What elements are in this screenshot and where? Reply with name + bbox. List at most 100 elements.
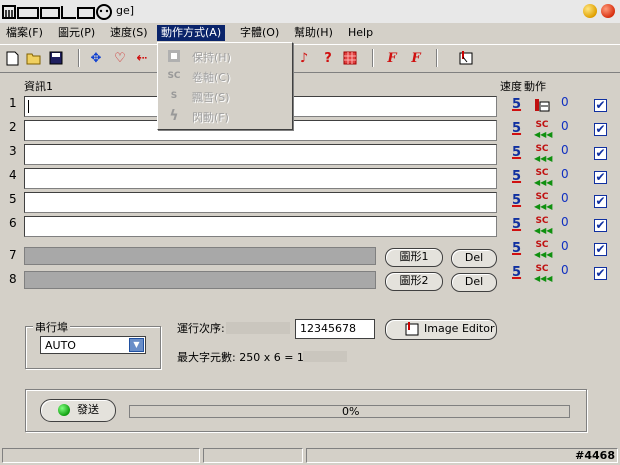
row-number: 2 — [9, 120, 17, 134]
window-title: ge] — [116, 4, 135, 17]
row-enabled-checkbox[interactable]: ✔ — [594, 267, 607, 280]
save-icon[interactable] — [48, 50, 64, 66]
speed-header: 速度 — [500, 80, 522, 93]
font-f-icon[interactable]: F — [384, 50, 400, 66]
move-icon[interactable]: ✥ — [88, 50, 104, 66]
scroll-action-icon[interactable]: SC ◀◀◀ — [534, 121, 552, 140]
hold-action-icon[interactable] — [534, 97, 550, 116]
action-count: 0 — [561, 239, 569, 253]
row-enabled-checkbox[interactable]: ✔ — [594, 243, 607, 256]
message-input-6[interactable] — [24, 216, 497, 237]
scroll-action-icon[interactable]: SC ◀◀◀ — [534, 193, 552, 212]
speed-value[interactable]: 5 — [512, 145, 521, 160]
heart-icon[interactable]: ♡ — [112, 50, 128, 66]
row-number: 5 — [9, 192, 17, 206]
image-editor-button[interactable]: Image Editor — [385, 319, 497, 340]
row-enabled-checkbox[interactable]: ✔ — [594, 147, 607, 160]
row-number: 1 — [9, 96, 17, 110]
row-enabled-checkbox[interactable]: ✔ — [594, 195, 607, 208]
scroll-icon: SC — [167, 71, 181, 81]
progress-bar: 0% — [129, 405, 570, 418]
menu-item-snow[interactable]: S 飄雪(S) — [162, 86, 288, 106]
question-icon[interactable]: ? — [320, 50, 336, 66]
scroll-action-icon[interactable]: SC ◀◀◀ — [534, 145, 552, 164]
action-count: 0 — [561, 263, 569, 277]
menu-speed[interactable]: 速度(S) — [106, 25, 152, 41]
speed-value[interactable]: 5 — [512, 169, 521, 184]
row-enabled-checkbox[interactable]: ✔ — [594, 171, 607, 184]
graphic-slot-8[interactable] — [24, 271, 376, 289]
action-count: 0 — [561, 95, 569, 109]
arrow-left-icon[interactable]: ⇠ — [134, 50, 150, 66]
menu-font[interactable]: 字體(O) — [236, 25, 283, 41]
speed-value[interactable]: 5 — [512, 97, 521, 112]
app-logo — [2, 4, 112, 20]
menu-item-scroll[interactable]: SC 卷軸(C) — [162, 66, 288, 86]
flash-icon: ϟ — [169, 108, 179, 124]
action-dropdown-menu: 保持(H) SC 卷軸(C) S 飄雪(S) ϟ 閃動(F) — [157, 42, 293, 130]
menu-item-hold[interactable]: 保持(H) — [162, 46, 288, 66]
speed-value[interactable]: 5 — [512, 265, 521, 280]
message-header: 資訊1 — [24, 80, 53, 93]
row-enabled-checkbox[interactable]: ✔ — [594, 219, 607, 232]
new-file-icon[interactable] — [4, 50, 20, 66]
action-header: 動作 — [524, 80, 546, 93]
menu-item-flash[interactable]: ϟ 閃動(F) — [162, 106, 288, 126]
graphic-slot-7[interactable] — [24, 247, 376, 265]
scroll-action-icon[interactable]: SC ◀◀◀ — [534, 169, 552, 188]
close-button[interactable] — [601, 4, 615, 18]
speed-value[interactable]: 5 — [512, 217, 521, 232]
action-count: 0 — [561, 119, 569, 133]
send-button[interactable]: 發送 — [40, 399, 116, 422]
delete-button-8[interactable]: Del — [451, 273, 497, 292]
image-editor-icon — [404, 321, 420, 343]
status-code: #4468 — [575, 449, 615, 462]
delete-button-7[interactable]: Del — [451, 249, 497, 268]
menu-graphics[interactable]: 圖元(P) — [54, 25, 99, 41]
pattern-icon[interactable] — [342, 50, 358, 66]
scroll-action-icon[interactable]: SC ◀◀◀ — [534, 265, 552, 284]
chevron-down-icon[interactable]: ▼ — [129, 338, 144, 352]
graphic-1-button[interactable]: 圖形1 — [385, 248, 443, 267]
serial-port-select[interactable]: AUTO ▼ — [40, 336, 146, 354]
action-count: 0 — [561, 215, 569, 229]
action-count: 0 — [561, 191, 569, 205]
message-input-3[interactable] — [24, 144, 497, 165]
menu-action[interactable]: 動作方式(A) — [157, 25, 226, 41]
hold-icon — [166, 48, 182, 64]
row-number: 8 — [9, 272, 17, 286]
snow-icon: S — [170, 91, 178, 101]
action-count: 0 — [561, 143, 569, 157]
row-enabled-checkbox[interactable]: ✔ — [594, 99, 607, 112]
row-enabled-checkbox[interactable]: ✔ — [594, 123, 607, 136]
menu-bar: 檔案(F) 圖元(P) 速度(S) 動作方式(A) 字體(O) 幫助(H) He… — [0, 23, 620, 43]
font-f-alt-icon[interactable]: F — [408, 50, 424, 66]
row-number: 4 — [9, 168, 17, 182]
speed-value[interactable]: 5 — [512, 121, 521, 136]
message-input-4[interactable] — [24, 168, 497, 189]
minimize-button[interactable] — [583, 4, 597, 18]
graphic-2-button[interactable]: 圖形2 — [385, 272, 443, 291]
serial-port-label: 串行埠 — [33, 319, 70, 335]
row-number: 3 — [9, 144, 17, 158]
scroll-action-icon[interactable]: SC ◀◀◀ — [534, 241, 552, 260]
menu-help[interactable]: Help — [344, 25, 377, 41]
speed-value[interactable]: 5 — [512, 193, 521, 208]
message-input-5[interactable] — [24, 192, 497, 213]
menu-file[interactable]: 檔案(F) — [2, 25, 47, 41]
music-note-icon[interactable]: ♪ — [296, 50, 312, 66]
progress-text: 0% — [342, 405, 360, 418]
run-order-label: 運行次序: — [177, 322, 225, 335]
scroll-action-icon[interactable]: SC ◀◀◀ — [534, 217, 552, 236]
toolbar: ✥ ♡ ⇠ ♪ ? F F — [0, 44, 620, 73]
title-bar: ge] — [0, 0, 620, 24]
run-order-input[interactable]: 12345678 — [295, 319, 375, 339]
menu-help-zh[interactable]: 幫助(H) — [290, 25, 337, 41]
status-bar: #4468 — [0, 446, 620, 465]
row-number: 7 — [9, 248, 17, 262]
open-folder-icon[interactable] — [26, 50, 42, 66]
image-editor-tool-icon[interactable] — [458, 50, 474, 66]
speed-value[interactable]: 5 — [512, 241, 521, 256]
action-count: 0 — [561, 167, 569, 181]
green-light-icon — [58, 404, 70, 416]
